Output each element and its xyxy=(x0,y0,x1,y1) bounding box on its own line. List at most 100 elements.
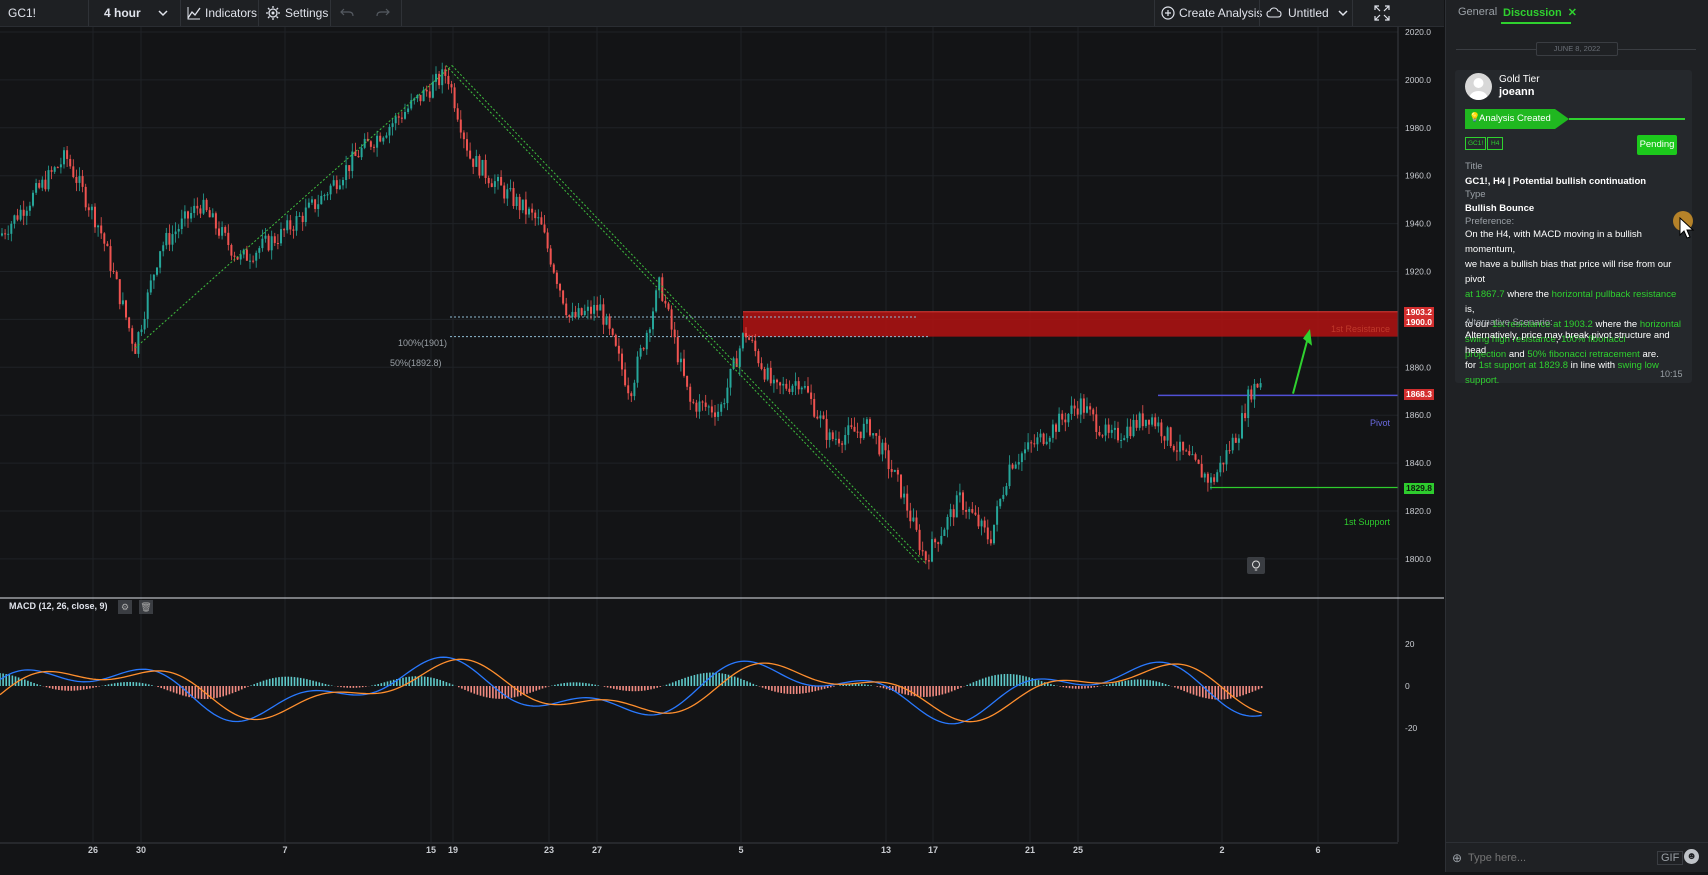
settings-button[interactable]: Settings xyxy=(266,0,328,26)
layout-select[interactable]: Untitled xyxy=(1266,0,1349,26)
candle-body xyxy=(667,303,670,310)
candle-body xyxy=(78,176,81,183)
candle-body xyxy=(686,375,689,387)
lightbulb-icon[interactable] xyxy=(1247,557,1265,574)
chevron-down-icon xyxy=(1338,10,1348,17)
candle-body xyxy=(1073,405,1076,409)
candle-body xyxy=(280,229,282,244)
price-axis-label: 1860.0 xyxy=(1405,410,1431,420)
candle-body xyxy=(162,245,165,252)
candle-body xyxy=(803,386,806,388)
candle-body xyxy=(633,382,636,397)
candle-body xyxy=(822,415,825,419)
candle-body xyxy=(1039,433,1042,438)
fullscreen-icon[interactable] xyxy=(1374,0,1390,26)
macd-trash-icon[interactable]: 🗑 xyxy=(139,600,153,614)
candle-body xyxy=(391,123,394,127)
candle-body xyxy=(156,267,158,275)
candle-body xyxy=(924,551,927,561)
date-axis-label: 7 xyxy=(282,845,287,855)
candle-body xyxy=(605,316,608,325)
candle-body xyxy=(627,385,630,394)
candle-body xyxy=(1011,464,1014,469)
candle-body xyxy=(428,91,431,98)
chat-input[interactable] xyxy=(1466,849,1630,867)
candle-body xyxy=(946,516,949,530)
candle-body xyxy=(149,280,152,293)
candle-body xyxy=(748,337,751,340)
support-label: 1st Support xyxy=(1344,517,1391,527)
candle-body xyxy=(850,425,853,427)
candle-body xyxy=(844,435,847,445)
add-icon[interactable]: ⊕ xyxy=(1452,851,1462,865)
candle-body xyxy=(813,398,816,417)
candle-body xyxy=(298,215,301,217)
candle-body xyxy=(233,255,236,257)
candle-body xyxy=(785,383,788,389)
candle-body xyxy=(1117,427,1119,441)
chevron-down-icon[interactable] xyxy=(157,0,169,26)
candle-body xyxy=(307,202,310,208)
candle-body xyxy=(1076,408,1079,415)
candle-body xyxy=(1067,413,1070,423)
plus-circle-icon xyxy=(1161,6,1175,20)
candle-body xyxy=(431,81,434,98)
candle-body xyxy=(645,332,648,350)
candle-body xyxy=(1216,472,1219,482)
candle-body xyxy=(125,300,127,318)
candle-body xyxy=(695,402,698,412)
candle-body xyxy=(1058,413,1061,432)
status-banner-label: Analysis Created xyxy=(1479,113,1551,124)
price-chart[interactable]: 2020.0 2000.0 1980.0 1960.0 1940.0 1920.0 1900… xyxy=(0,27,1444,872)
create-analysis-button[interactable]: Create Analysis xyxy=(1161,0,1262,26)
candle-body xyxy=(1259,383,1262,388)
candle-body xyxy=(704,402,707,407)
interval-select[interactable]: 4 hour xyxy=(104,0,141,26)
create-analysis-label: Create Analysis xyxy=(1179,6,1263,20)
macd-settings-icon[interactable]: ⚙ xyxy=(118,600,132,614)
price-axis-label: 1800.0 xyxy=(1405,554,1431,564)
indicators-button[interactable]: Indicators xyxy=(187,0,257,26)
gif-button[interactable]: GIF xyxy=(1657,851,1684,865)
date-axis-label: 30 xyxy=(136,845,146,855)
date-axis-label: 27 xyxy=(592,845,602,855)
candle-body xyxy=(958,492,961,496)
undo-icon[interactable] xyxy=(340,0,354,26)
mouse-pointer-icon xyxy=(1679,217,1695,239)
macd-title: MACD (12, 26, close, 9) xyxy=(9,601,108,611)
candle-body xyxy=(97,225,100,228)
emoji-icon[interactable]: ☻ xyxy=(1684,849,1699,864)
candle-body xyxy=(791,385,794,392)
candle-body xyxy=(59,164,62,168)
candle-body xyxy=(670,309,673,330)
candle-body xyxy=(865,419,868,424)
date-axis-label: 25 xyxy=(1073,845,1083,855)
candle-body xyxy=(559,283,561,291)
candle-body xyxy=(531,208,534,213)
candle-body xyxy=(326,194,329,196)
candle-body xyxy=(965,509,968,512)
candle-body xyxy=(707,406,710,408)
candle-body xyxy=(56,167,59,169)
candle-body xyxy=(838,438,840,444)
title-label: Title xyxy=(1465,161,1483,172)
candle-body xyxy=(1098,432,1101,436)
close-icon[interactable]: ✕ xyxy=(1568,7,1577,19)
candle-body xyxy=(109,246,112,271)
candle-body xyxy=(661,277,664,301)
candle-body xyxy=(72,166,75,178)
tab-discussion[interactable]: Discussion ✕ xyxy=(1503,6,1577,19)
redo-icon[interactable] xyxy=(376,0,390,26)
candle-body xyxy=(648,329,651,333)
candle-body xyxy=(211,213,214,218)
candle-body xyxy=(1182,441,1185,451)
type-label: Type xyxy=(1465,189,1486,200)
chart-area[interactable]: 2020.0 2000.0 1980.0 1960.0 1940.0 1920.0 1900… xyxy=(0,27,1444,872)
tab-general[interactable]: General xyxy=(1458,6,1497,18)
candle-body xyxy=(506,189,509,199)
candle-body xyxy=(1219,462,1222,473)
candle-body xyxy=(1188,451,1191,456)
candle-body xyxy=(183,211,186,219)
candle-body xyxy=(683,358,685,376)
symbol-label[interactable]: GC1! xyxy=(8,0,36,26)
